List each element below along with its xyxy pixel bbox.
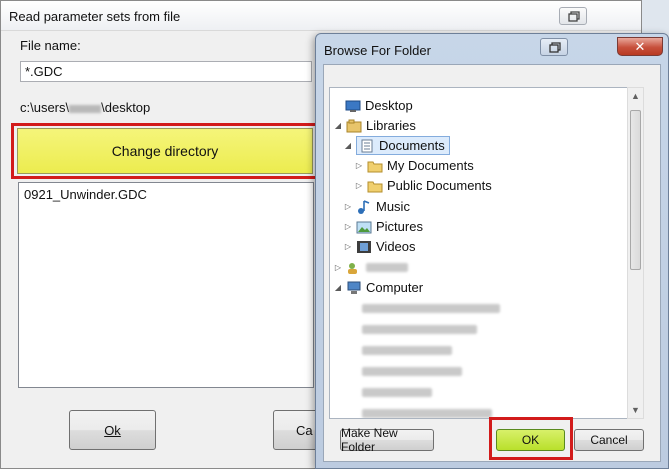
scroll-down-icon[interactable]: ▼ xyxy=(631,405,640,415)
tree-scrollbar[interactable]: ▲ ▼ xyxy=(627,87,644,419)
pictures-icon xyxy=(356,220,372,234)
expand-arrow-icon[interactable]: ▷ xyxy=(354,161,364,170)
ok-button[interactable]: Ok xyxy=(69,410,156,450)
browse-folder-dialog: Browse For Folder ✕ Desktop ◢ Libraries … xyxy=(315,33,669,469)
tree-label-public-documents: Public Documents xyxy=(387,178,492,193)
change-directory-button[interactable]: Change directory xyxy=(17,128,313,174)
browse-ok-button[interactable]: OK xyxy=(496,429,565,451)
restore-button[interactable] xyxy=(559,7,587,25)
tree-item-pictures[interactable]: ▷ Pictures xyxy=(343,217,423,236)
filename-label: File name: xyxy=(20,38,81,53)
restore-icon xyxy=(549,42,561,53)
scroll-thumb[interactable] xyxy=(630,110,641,270)
collapse-arrow-icon[interactable]: ◢ xyxy=(333,121,343,130)
libraries-icon xyxy=(346,119,362,133)
tree-item-music[interactable]: ▷ Music xyxy=(343,197,410,216)
tree-item-libraries[interactable]: ◢ Libraries xyxy=(333,116,416,135)
tree-label-my-documents: My Documents xyxy=(387,158,474,173)
close-icon: ✕ xyxy=(634,38,646,54)
filename-field[interactable]: *.GDC xyxy=(20,61,312,82)
desktop-icon xyxy=(345,99,361,113)
folder-icon xyxy=(367,179,383,193)
restore-icon xyxy=(568,11,580,22)
tree-item-user-folder[interactable]: ▷ xyxy=(333,258,408,277)
folder-icon xyxy=(367,159,383,173)
tree-item-my-documents[interactable]: ▷ My Documents xyxy=(354,156,474,175)
dialog-title: Read parameter sets from file xyxy=(9,9,181,24)
tree-label-documents: Documents xyxy=(379,138,445,153)
folder-tree[interactable]: Desktop ◢ Libraries ◢ Documents ▷ My Doc… xyxy=(329,87,633,419)
redacted-username xyxy=(69,104,102,113)
tree-item-desktop[interactable]: Desktop xyxy=(345,96,413,115)
music-icon xyxy=(356,199,372,214)
tree-item-computer[interactable]: ◢ Computer xyxy=(333,278,423,297)
tree-label-desktop: Desktop xyxy=(365,98,413,113)
redacted-drive xyxy=(362,367,462,376)
expand-arrow-icon[interactable]: ▷ xyxy=(343,242,353,251)
close-button[interactable]: ✕ xyxy=(617,37,663,56)
collapse-arrow-icon[interactable]: ◢ xyxy=(343,141,353,150)
tree-label-libraries: Libraries xyxy=(366,118,416,133)
videos-icon xyxy=(356,240,372,254)
collapse-arrow-icon[interactable]: ◢ xyxy=(333,283,343,292)
redacted-user-name xyxy=(366,263,408,272)
tree-label-computer: Computer xyxy=(366,280,424,295)
path-prefix: c:\users\ xyxy=(20,100,70,115)
browse-dialog-title: Browse For Folder xyxy=(324,43,431,58)
ok-label: Ok xyxy=(104,422,121,438)
tree-label-pictures: Pictures xyxy=(376,219,423,234)
selected-item[interactable]: Documents xyxy=(356,136,450,155)
path-suffix: \desktop xyxy=(101,100,151,115)
tree-item-public-documents[interactable]: ▷ Public Documents xyxy=(354,176,492,195)
redacted-drive xyxy=(362,304,500,313)
expand-arrow-icon[interactable]: ▷ xyxy=(354,181,364,190)
tree-item-videos[interactable]: ▷ Videos xyxy=(343,237,416,256)
user-folder-icon xyxy=(346,261,362,275)
scroll-up-icon[interactable]: ▲ xyxy=(631,91,640,101)
redacted-drive xyxy=(362,325,477,334)
title-bar: Read parameter sets from file xyxy=(1,1,641,31)
current-path: c:\users\ \desktop xyxy=(20,100,150,115)
documents-icon xyxy=(359,139,375,153)
computer-icon xyxy=(346,281,362,295)
redacted-drive xyxy=(362,346,452,355)
file-list-item[interactable]: 0921_Unwinder.GDC xyxy=(24,187,308,202)
redacted-drive xyxy=(362,409,492,418)
make-new-folder-button[interactable]: Make New Folder xyxy=(340,426,434,454)
expand-arrow-icon[interactable]: ▷ xyxy=(343,222,353,231)
restore-button[interactable] xyxy=(540,38,568,56)
tree-label-music: Music xyxy=(376,199,410,214)
expand-arrow-icon[interactable]: ▷ xyxy=(333,263,343,272)
redacted-drive xyxy=(362,388,432,397)
file-list[interactable]: 0921_Unwinder.GDC xyxy=(18,182,314,388)
tree-item-documents[interactable]: ◢ Documents xyxy=(343,136,450,155)
cancel-label: Ca xyxy=(296,422,313,438)
expand-arrow-icon[interactable]: ▷ xyxy=(343,202,353,211)
tree-label-videos: Videos xyxy=(376,239,416,254)
browse-cancel-button[interactable]: Cancel xyxy=(574,429,644,451)
